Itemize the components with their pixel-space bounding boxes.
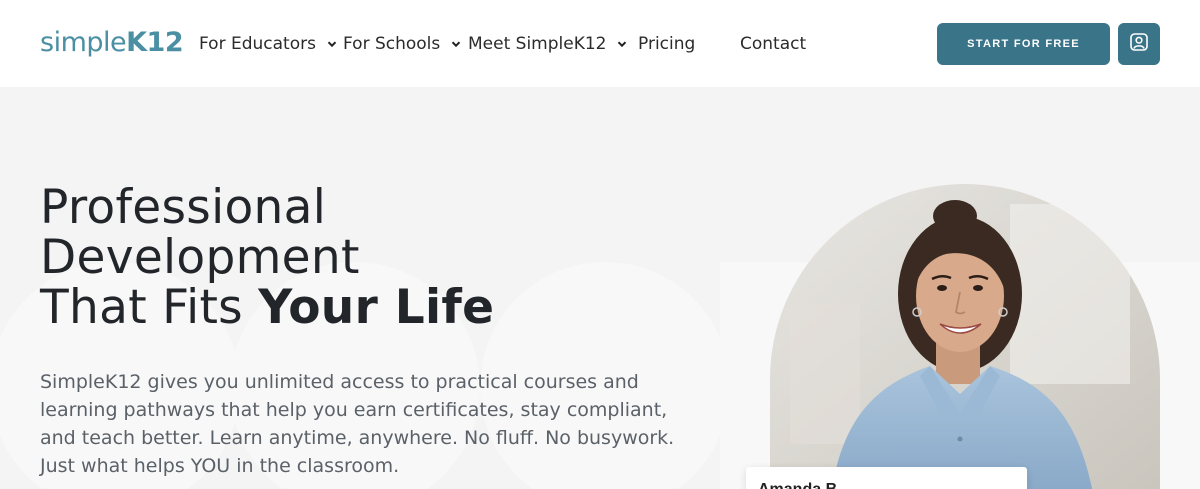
headline-line1: Professional [40, 180, 327, 235]
chevron-down-icon [326, 38, 338, 50]
user-account-icon [1129, 32, 1149, 57]
hero-section: Professional Development That Fits Your … [0, 87, 1200, 489]
logo-k12-text: K12 [126, 27, 184, 58]
nav-for-schools[interactable]: For Schools [343, 33, 462, 55]
educator-name: Amanda B... [758, 481, 850, 489]
nav-for-educators-label: For Educators [199, 34, 316, 54]
headline-line2: Development [40, 230, 360, 285]
headline-line3: That Fits [40, 280, 259, 335]
nav-for-educators[interactable]: For Educators [199, 33, 338, 55]
nav-pricing-label: Pricing [638, 34, 696, 54]
hero-intro-text: SimpleK12 gives you unlimited access to … [40, 371, 675, 477]
chevron-down-icon [450, 38, 462, 50]
hero-headline: Professional Development That Fits Your … [40, 183, 494, 333]
headline-emphasis: Your Life [258, 280, 495, 335]
simplek12-logo[interactable]: simpleK12 [40, 27, 184, 59]
nav-for-schools-label: For Schools [343, 34, 441, 54]
site-header: simpleK12 For Educators For Schools Meet… [0, 0, 1200, 87]
nav-meet-simplek12[interactable]: Meet SimpleK12 [468, 33, 628, 55]
educator-photo [770, 184, 1160, 489]
chevron-down-icon [616, 38, 628, 50]
start-for-free-button[interactable]: START FOR FREE [937, 23, 1110, 65]
account-button[interactable] [1118, 23, 1160, 65]
nav-contact-label: Contact [740, 34, 807, 54]
nav-contact[interactable]: Contact [740, 33, 806, 55]
nav-meet-simplek12-label: Meet SimpleK12 [468, 34, 607, 54]
logo-simple-text: simple [40, 27, 127, 58]
educator-name-card: Amanda B... [746, 467, 1027, 489]
nav-pricing[interactable]: Pricing [638, 33, 695, 55]
